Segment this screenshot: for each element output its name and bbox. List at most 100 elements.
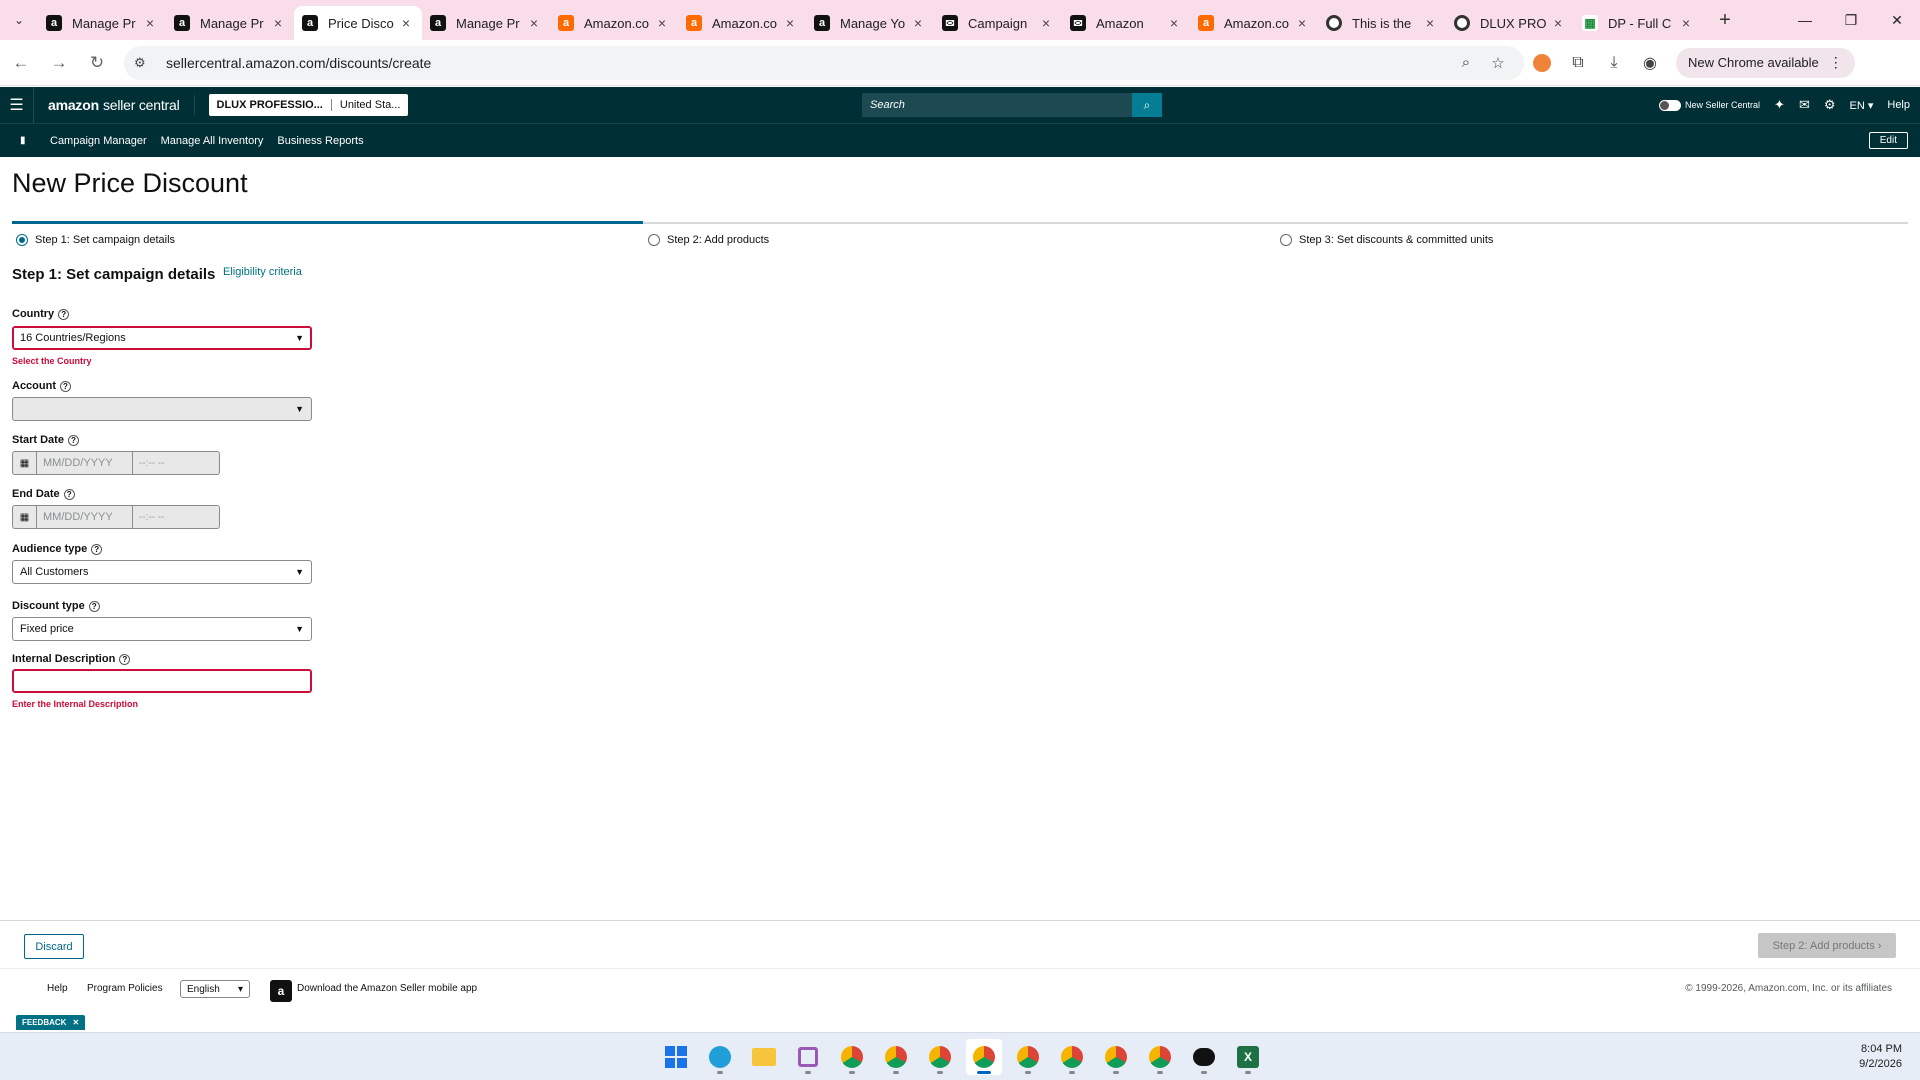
edge-browser-icon[interactable] (702, 1039, 738, 1075)
footer-help-link[interactable]: Help (47, 983, 68, 994)
close-icon[interactable]: × (1166, 15, 1182, 31)
close-icon[interactable]: ✕ (72, 1018, 79, 1027)
extension-orange-icon[interactable] (1524, 46, 1560, 80)
account-switcher[interactable]: DLUX PROFESSIO... United Sta... (208, 94, 409, 116)
calendar-icon[interactable]: ▦ (12, 451, 36, 475)
audience-type-select[interactable]: All Customers ▼ (12, 560, 312, 584)
start-date-input[interactable]: MM/DD/YYYY (36, 451, 133, 475)
close-icon[interactable]: × (910, 15, 926, 31)
help-icon[interactable]: ? (67, 434, 79, 446)
more-menu-icon[interactable]: ⋮ (1829, 54, 1843, 71)
close-icon[interactable]: × (782, 15, 798, 31)
zoom-icon[interactable]: ⌕ (1450, 54, 1482, 71)
file-explorer-icon[interactable] (746, 1039, 782, 1075)
start-time-input[interactable]: --:-- -- (133, 451, 220, 475)
tab-search-chevron-icon[interactable]: ⌄ (0, 0, 38, 40)
browser-tab[interactable]: a Amazon.co × (550, 6, 678, 40)
subnav-manage-inventory[interactable]: Manage All Inventory (161, 135, 264, 147)
chrome-icon[interactable] (834, 1039, 870, 1075)
window-close-icon[interactable]: ✕ (1874, 0, 1920, 40)
help-icon[interactable]: ? (88, 600, 100, 612)
country-select[interactable]: 16 Countries/Regions ▼ (12, 326, 312, 350)
subnav-campaign-manager[interactable]: Campaign Manager (50, 135, 147, 147)
download-icon[interactable]: ⤓ (1596, 46, 1632, 80)
search-icon[interactable]: ⌕ (1132, 93, 1162, 117)
download-app-link[interactable]: Download the Amazon Seller mobile app (297, 983, 477, 994)
close-icon[interactable]: × (654, 15, 670, 31)
close-icon[interactable]: × (1038, 15, 1054, 31)
browser-tab[interactable]: a Amazon.co × (1190, 6, 1318, 40)
snipping-tool-icon[interactable] (790, 1039, 826, 1075)
new-chrome-available-button[interactable]: New Chrome available ⋮ (1676, 47, 1855, 78)
subnav-business-reports[interactable]: Business Reports (277, 135, 363, 147)
hamburger-menu-icon[interactable]: ☰ (0, 87, 34, 123)
help-icon[interactable]: ? (91, 543, 103, 555)
toggle-switch[interactable] (1659, 99, 1682, 111)
bookmark-icon[interactable]: ▮ (0, 135, 50, 146)
close-icon[interactable]: × (1678, 15, 1694, 31)
header-search-input[interactable]: Search (862, 93, 1132, 117)
discount-type-select[interactable]: Fixed price ▼ (12, 617, 312, 641)
chrome-icon[interactable] (878, 1039, 914, 1075)
help-icon[interactable]: ? (119, 653, 131, 665)
close-icon[interactable]: × (1550, 15, 1566, 31)
end-time-input[interactable]: --:-- -- (133, 505, 220, 529)
edit-button[interactable]: Edit (1868, 132, 1908, 149)
forward-arrow-icon[interactable]: → (42, 46, 76, 80)
browser-tab[interactable]: a Manage Pr × (38, 6, 166, 40)
chrome-icon[interactable] (922, 1039, 958, 1075)
close-icon[interactable]: × (1294, 15, 1310, 31)
back-arrow-icon[interactable]: ← (4, 46, 38, 80)
profile-icon[interactable]: ◉ (1632, 46, 1668, 80)
account-select[interactable]: ▼ (12, 397, 312, 421)
language-dropdown[interactable]: English ▾ (180, 980, 250, 998)
browser-tab[interactable]: ✉ Amazon × (1062, 6, 1190, 40)
browser-tab[interactable]: ▦ DP - Full C × (1574, 6, 1702, 40)
browser-tab[interactable]: a Manage Pr × (166, 6, 294, 40)
start-windows-icon[interactable] (658, 1039, 694, 1075)
browser-tab[interactable]: DLUX PRO × (1446, 6, 1574, 40)
step-3-radio[interactable] (1280, 234, 1292, 246)
url-text[interactable]: sellercentral.amazon.com/discounts/creat… (158, 55, 1450, 71)
chrome-icon[interactable] (1098, 1039, 1134, 1075)
browser-tab-active[interactable]: a Price Disco × (294, 6, 422, 40)
browser-tab[interactable]: a Manage Yo × (806, 6, 934, 40)
close-icon[interactable]: × (142, 15, 158, 31)
chrome-icon[interactable] (1054, 1039, 1090, 1075)
new-seller-central-toggle[interactable]: New Seller Central (1659, 99, 1760, 111)
header-help-link[interactable]: Help (1887, 99, 1910, 111)
new-tab-plus-icon[interactable]: + (1708, 9, 1742, 32)
settings-gear-icon[interactable]: ⚙ (1824, 97, 1836, 113)
chat-app-icon[interactable] (1186, 1039, 1222, 1075)
amazon-app-icon[interactable]: a (270, 980, 292, 1002)
browser-tab[interactable]: ✉ Campaign × (934, 6, 1062, 40)
help-icon[interactable]: ? (63, 488, 75, 500)
address-bar[interactable]: ⚙ sellercentral.amazon.com/discounts/cre… (124, 45, 1524, 80)
internal-description-input[interactable] (12, 669, 312, 693)
end-date-input[interactable]: MM/DD/YYYY (36, 505, 133, 529)
close-icon[interactable]: × (526, 15, 542, 31)
chrome-icon[interactable] (1010, 1039, 1046, 1075)
step-2[interactable]: Step 2: Add products (648, 234, 769, 246)
close-icon[interactable]: × (1422, 15, 1438, 31)
sparkle-icon[interactable]: ✦ (1774, 97, 1785, 113)
step-3[interactable]: Step 3: Set discounts & committed units (1280, 234, 1493, 246)
close-icon[interactable]: × (270, 15, 286, 31)
site-settings-icon[interactable]: ⚙ (134, 55, 158, 71)
browser-tab[interactable]: a Manage Pr × (422, 6, 550, 40)
help-icon[interactable]: ? (60, 380, 71, 392)
calendar-icon[interactable]: ▦ (12, 505, 36, 529)
program-policies-link[interactable]: Program Policies (87, 983, 163, 994)
chrome-icon-active[interactable] (966, 1039, 1002, 1075)
feedback-tab[interactable]: FEEDBACK ✕ (16, 1015, 86, 1030)
minimize-icon[interactable]: — (1782, 0, 1828, 40)
language-selector[interactable]: EN ▾ (1850, 99, 1874, 112)
puzzle-extensions-icon[interactable]: ⧉ (1560, 46, 1596, 80)
next-step-button[interactable]: Step 2: Add products › (1758, 933, 1896, 958)
excel-icon[interactable]: X (1230, 1039, 1266, 1075)
restore-icon[interactable]: ❐ (1828, 0, 1874, 40)
step-2-radio[interactable] (648, 234, 660, 246)
seller-central-logo[interactable]: amazon seller central (34, 95, 195, 115)
mail-icon[interactable]: ✉ (1799, 97, 1810, 113)
chrome-icon[interactable] (1142, 1039, 1178, 1075)
